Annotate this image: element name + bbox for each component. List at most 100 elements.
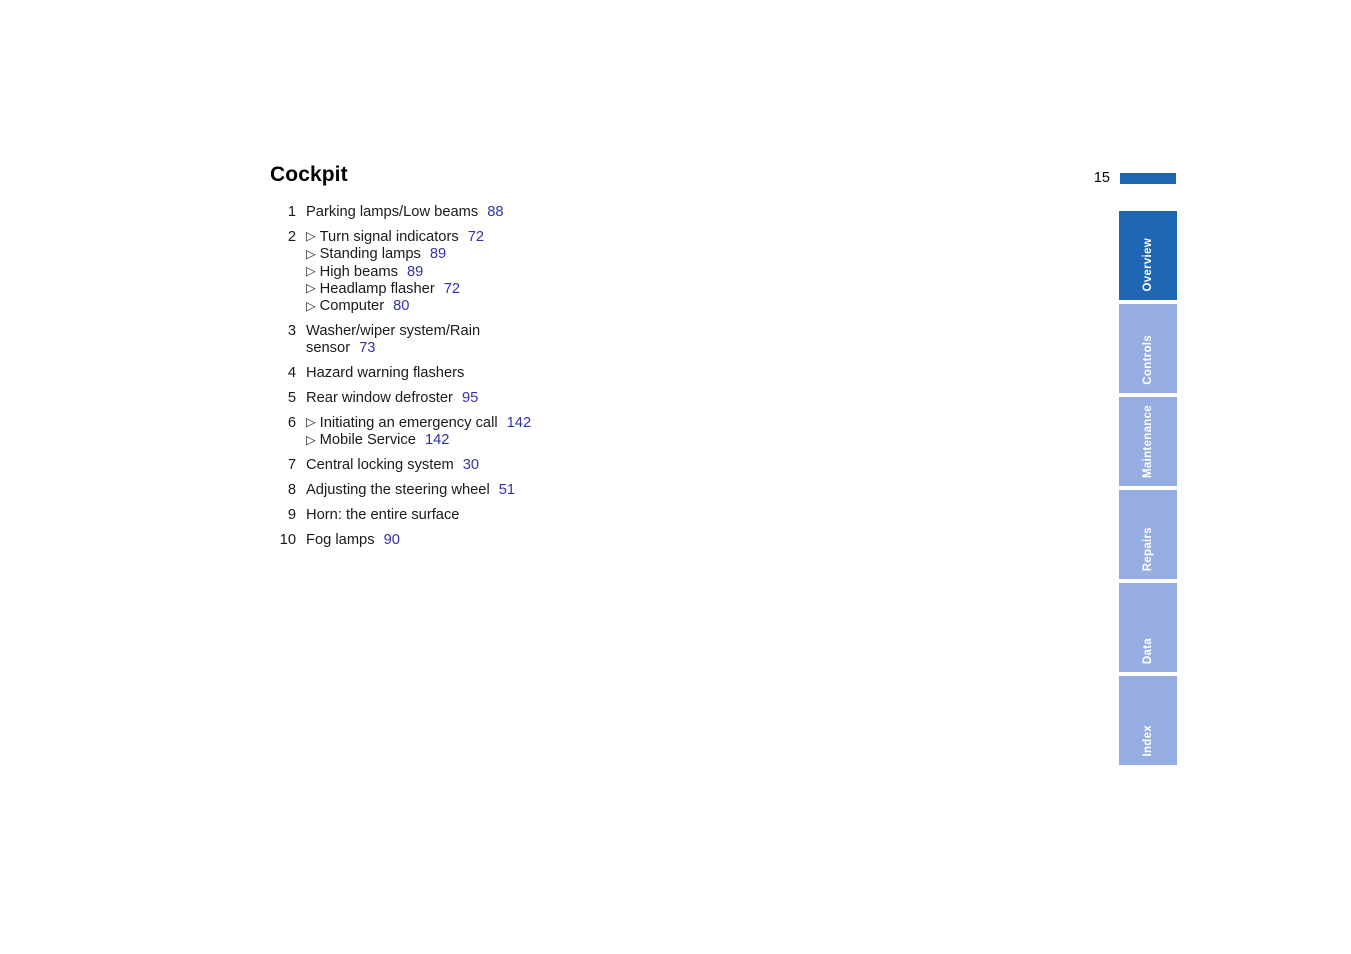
contents-item-number: 2 xyxy=(287,228,296,245)
contents-item-label: Rear window defroster xyxy=(306,390,453,407)
contents-item-number: 5 xyxy=(287,390,296,407)
triangle-bullet-icon: ▷ xyxy=(306,229,316,244)
section-tab-data[interactable]: Data xyxy=(1119,583,1177,672)
contents-item-label: Horn: the entire surface xyxy=(306,506,460,523)
contents-item-body: ▷ Mobile Service 142 xyxy=(306,432,449,449)
section-tab-overview[interactable]: Overview xyxy=(1119,211,1177,300)
contents-row[interactable]: 3 Washer/wiper system/Rain xyxy=(270,323,990,340)
contents-page-reference[interactable]: 72 xyxy=(444,281,460,298)
contents-row[interactable]: 10 Fog lamps 90 xyxy=(270,532,990,549)
contents-page-reference[interactable]: 80 xyxy=(393,298,409,315)
contents-row[interactable]: 2 ▷ Turn signal indicators 72 xyxy=(270,229,990,246)
contents-item[interactable]: 3Washer/wiper system/Rain3sensor 73 xyxy=(270,323,990,358)
contents-subrow[interactable]: 2▷High beams 89 xyxy=(270,264,990,281)
section-tab-label: Overview xyxy=(1142,238,1154,292)
contents-page-reference[interactable]: 30 xyxy=(463,457,479,474)
contents-item-label: Turn signal indicators xyxy=(319,228,459,245)
contents-row[interactable]: 4 Hazard warning flashers xyxy=(270,365,990,382)
contents-item-body: ▷ High beams 89 xyxy=(306,264,423,281)
contents-item-body: Central locking system 30 xyxy=(306,457,479,474)
section-tab-label-wrap: Index xyxy=(1119,725,1177,757)
contents-item-number: 2 xyxy=(270,246,306,263)
page-number: 15 xyxy=(1093,169,1110,186)
section-tab-index[interactable]: Index xyxy=(1119,676,1177,765)
contents-page-reference[interactable]: 88 xyxy=(487,204,503,221)
contents-subrow[interactable]: 2▷Headlamp flasher 72 xyxy=(270,281,990,298)
contents-page-reference[interactable]: 89 xyxy=(430,246,446,263)
section-tab-label-wrap: Data xyxy=(1119,638,1177,664)
contents-item-number: 6 xyxy=(287,414,296,431)
contents-item[interactable]: 4 Hazard warning flashers xyxy=(270,365,990,382)
contents-item-label: Parking lamps/Low beams xyxy=(306,204,479,220)
contents-page-reference[interactable]: 73 xyxy=(359,340,375,357)
section-tab-label: Repairs xyxy=(1142,526,1154,571)
contents-item-label: Fog lamps xyxy=(306,531,375,548)
contents-item[interactable]: 5 Rear window defroster 95 xyxy=(270,390,990,407)
triangle-bullet-icon: ▷ xyxy=(306,264,316,279)
contents-row[interactable]: 9 Horn: the entire surface xyxy=(270,507,990,524)
page-title: Cockpit xyxy=(270,163,348,186)
contents-subrow[interactable]: 3sensor 73 xyxy=(270,340,990,357)
contents-page-reference[interactable]: 72 xyxy=(468,229,484,246)
contents-row[interactable]: 8 Adjusting the steering wheel 51 xyxy=(270,482,990,499)
contents-item-body: Washer/wiper system/Rain xyxy=(306,323,480,340)
contents-item-body: Fog lamps 90 xyxy=(306,532,400,549)
contents-row[interactable]: 1 Parking lamps/Low beams 88 xyxy=(270,204,990,221)
contents-page-reference[interactable]: 90 xyxy=(384,532,400,549)
contents-item-body: Adjusting the steering wheel 51 xyxy=(306,482,515,499)
section-tab-label: Controls xyxy=(1142,335,1154,385)
section-tab-label: Index xyxy=(1142,725,1154,757)
section-tabs: Overview Controls Maintenance Repairs Data In… xyxy=(1119,211,1177,769)
contents-subrow[interactable]: 2▷Standing lamps 89 xyxy=(270,246,990,263)
section-tab-label-wrap: Maintenance xyxy=(1119,405,1177,478)
contents-item-number: 7 xyxy=(287,457,296,474)
contents-item-number: 2 xyxy=(270,264,306,281)
contents-item-label: Central locking system xyxy=(306,457,454,474)
section-tab-label-wrap: Repairs xyxy=(1119,527,1177,571)
contents-item-number: 10 xyxy=(279,531,296,548)
contents-item-label: High beams xyxy=(319,263,398,280)
contents-item[interactable]: 1 Parking lamps/Low beams 88 xyxy=(270,204,990,221)
contents-item-body: Horn: the entire surface xyxy=(306,507,459,524)
contents-item-body: Rear window defroster 95 xyxy=(306,390,478,407)
contents-item-body: ▷ Standing lamps 89 xyxy=(306,246,446,263)
contents-row[interactable]: 6 ▷ Initiating an emergency call 142 xyxy=(270,415,990,432)
contents-item-label: Standing lamps xyxy=(319,246,421,263)
contents-page-reference[interactable]: 142 xyxy=(425,432,450,449)
contents-row[interactable]: 7 Central locking system 30 xyxy=(270,457,990,474)
contents-page-reference[interactable]: 95 xyxy=(462,390,478,407)
contents-page-reference[interactable]: 89 xyxy=(407,264,423,281)
contents-row[interactable]: 5 Rear window defroster 95 xyxy=(270,390,990,407)
section-tab-repairs[interactable]: Repairs xyxy=(1119,490,1177,579)
page-header: 15 xyxy=(1090,168,1180,188)
contents-item-number: 1 xyxy=(287,204,296,220)
contents-item-body: Parking lamps/Low beams 88 xyxy=(306,204,504,221)
contents-page-reference[interactable]: 142 xyxy=(507,415,532,432)
triangle-bullet-icon: ▷ xyxy=(306,432,316,447)
page-rule xyxy=(1120,172,1176,184)
contents-item-body: ▷ Initiating an emergency call 142 xyxy=(306,415,531,432)
contents-item-label: Initiating an emergency call xyxy=(319,414,498,431)
contents-item[interactable]: 9 Horn: the entire surface xyxy=(270,507,990,524)
contents-item-label: Hazard warning flashers xyxy=(306,365,465,382)
contents-item[interactable]: 6▷Initiating an emergency call1426▷Mobil… xyxy=(270,415,990,450)
contents-item[interactable]: 2▷Turn signal indicators722▷Standing lam… xyxy=(270,229,990,316)
contents-subrow[interactable]: 6▷Mobile Service 142 xyxy=(270,432,990,449)
section-tab-maintenance[interactable]: Maintenance xyxy=(1119,397,1177,486)
contents-item[interactable]: 7 Central locking system 30 xyxy=(270,457,990,474)
contents-item-body: ▷ Headlamp flasher 72 xyxy=(306,281,460,298)
contents-item-number: 9 xyxy=(287,506,296,523)
contents-item-body: ▷ Turn signal indicators 72 xyxy=(306,229,484,246)
section-tab-label-wrap: Controls xyxy=(1119,335,1177,385)
contents-item-label: Adjusting the steering wheel xyxy=(306,481,490,498)
contents-item-body: sensor 73 xyxy=(306,340,375,357)
contents-subrow[interactable]: 2▷Computer 80 xyxy=(270,298,990,315)
section-tab-controls[interactable]: Controls xyxy=(1119,304,1177,393)
contents-item-number: 3 xyxy=(270,340,306,357)
contents-page-reference[interactable]: 51 xyxy=(499,482,515,499)
contents-item-label: sensor xyxy=(306,340,351,357)
triangle-bullet-icon: ▷ xyxy=(306,415,316,430)
triangle-bullet-icon: ▷ xyxy=(306,281,316,296)
contents-item[interactable]: 8 Adjusting the steering wheel 51 xyxy=(270,482,990,499)
contents-item[interactable]: 10 Fog lamps 90 xyxy=(270,532,990,549)
